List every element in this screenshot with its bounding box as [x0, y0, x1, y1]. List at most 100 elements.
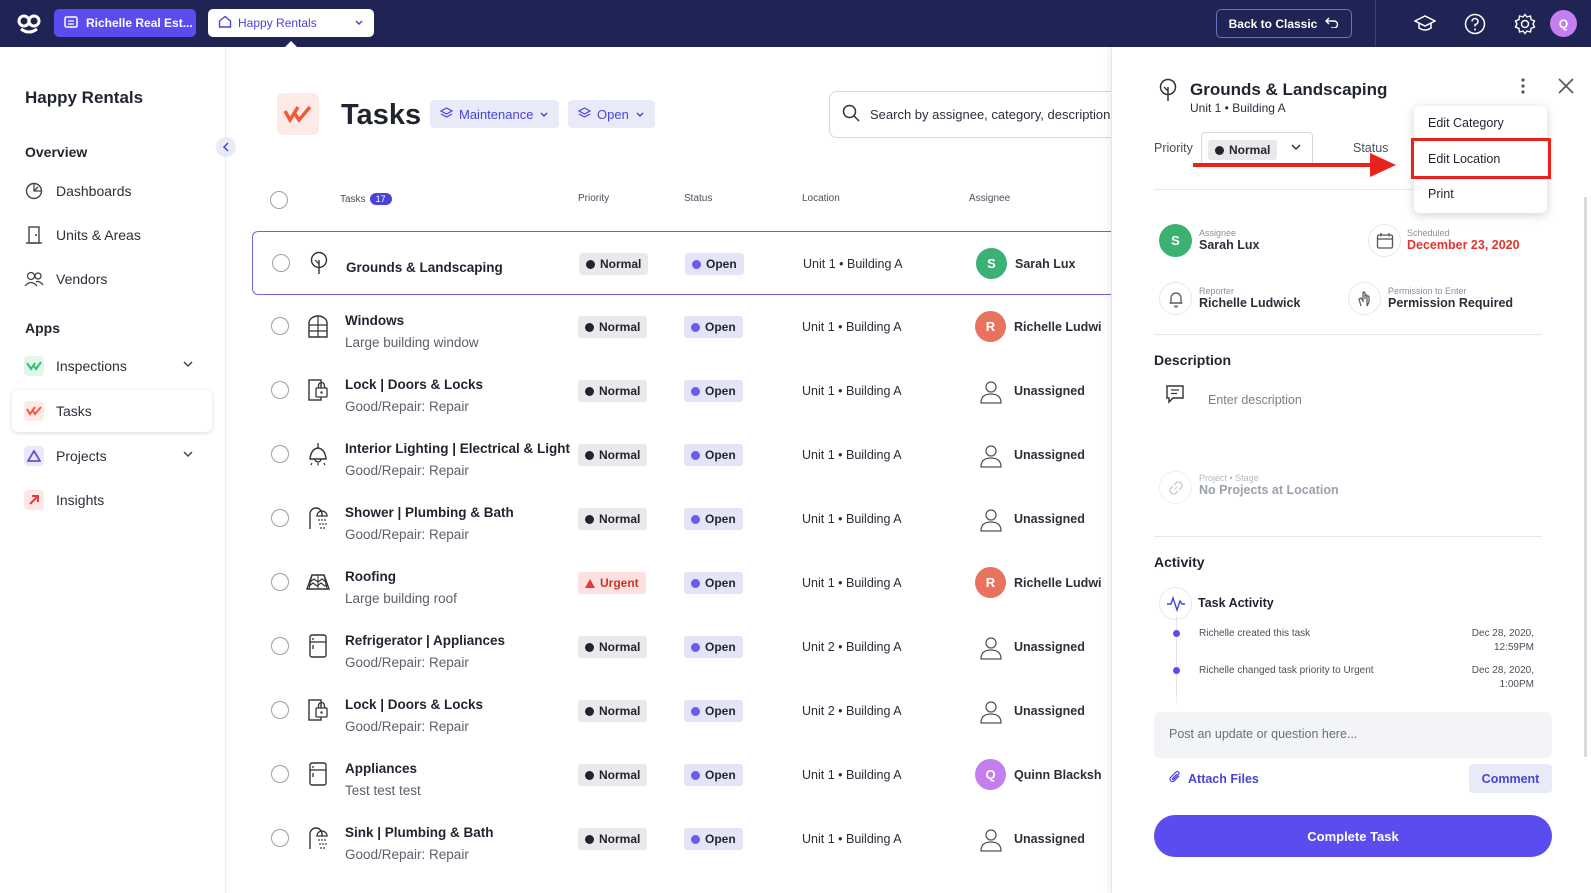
- column-header-priority[interactable]: Priority: [578, 193, 609, 204]
- task-name: Sink | Plumbing & Bath: [345, 825, 494, 840]
- layers-icon: [439, 106, 454, 122]
- status-badge: Open: [684, 764, 743, 786]
- more-options-icon[interactable]: [1520, 77, 1526, 100]
- status-label: Open: [705, 512, 736, 526]
- permission-value[interactable]: Permission Required: [1388, 296, 1513, 310]
- graduation-cap-icon[interactable]: [1413, 12, 1437, 36]
- priority-dot-icon: [585, 386, 594, 396]
- table-row[interactable]: Grounds & Landscaping Normal Open Unit 1…: [252, 231, 1111, 295]
- row-checkbox[interactable]: [271, 701, 289, 719]
- permission-label: Permission to Enter: [1388, 286, 1467, 296]
- menu-item-edit-category[interactable]: Edit Category: [1428, 116, 1504, 130]
- row-checkbox[interactable]: [271, 765, 289, 783]
- vendors-icon: [24, 269, 44, 289]
- comment-button[interactable]: Comment: [1469, 764, 1552, 793]
- table-row[interactable]: Lock | Doors & Locks Good/Repair: Repair…: [252, 359, 1111, 423]
- sidebar-item-vendors[interactable]: Vendors: [12, 258, 212, 300]
- column-header-status[interactable]: Status: [684, 193, 712, 204]
- post-update-input[interactable]: Post an update or question here...: [1154, 712, 1552, 758]
- complete-task-button[interactable]: Complete Task: [1154, 815, 1552, 857]
- assignee-name: Sarah Lux: [1015, 257, 1076, 271]
- status-label: Open: [705, 384, 736, 398]
- activity-text: Richelle changed task priority to Urgent: [1199, 665, 1374, 676]
- assignee-avatar[interactable]: S: [1159, 224, 1192, 257]
- sidebar-item-label: Projects: [56, 448, 107, 464]
- table-row[interactable]: Shower | Plumbing & Bath Good/Repair: Re…: [252, 487, 1111, 551]
- panel-title: Grounds & Landscaping: [1190, 80, 1388, 99]
- table-row[interactable]: Lock | Doors & Locks Good/Repair: Repair…: [252, 679, 1111, 743]
- status-dot-icon: [691, 706, 700, 716]
- table-row[interactable]: Roofing Large building roof Urgent Open …: [252, 551, 1111, 615]
- settings-gear-icon[interactable]: [1513, 12, 1537, 36]
- roof-icon: [306, 569, 330, 595]
- apps-heading: Apps: [25, 320, 60, 336]
- sidebar-item-dashboards[interactable]: Dashboards: [12, 170, 212, 212]
- shower-icon: [306, 505, 330, 531]
- description-input[interactable]: Enter description: [1208, 393, 1302, 407]
- close-icon[interactable]: [1558, 77, 1574, 100]
- app-logo-icon[interactable]: [16, 10, 42, 36]
- status-dot-icon: [691, 450, 700, 460]
- row-checkbox[interactable]: [271, 829, 289, 847]
- priority-label: Normal: [599, 512, 641, 526]
- panel-scrollbar[interactable]: [1584, 197, 1587, 757]
- priority-badge: Normal: [578, 316, 648, 338]
- sidebar-item-projects[interactable]: Projects: [12, 435, 212, 477]
- user-avatar[interactable]: Q: [1550, 10, 1577, 37]
- sidebar-item-units-areas[interactable]: Units & Areas: [12, 214, 212, 256]
- task-name: Interior Lighting | Electrical & Light: [345, 441, 571, 456]
- priority-label: Normal: [599, 640, 641, 654]
- unassigned-user-icon: [975, 375, 1006, 406]
- paperclip-icon: [1168, 770, 1182, 787]
- column-header-tasks[interactable]: Tasks 17: [340, 193, 392, 205]
- help-icon[interactable]: [1463, 12, 1487, 36]
- priority-badge: Normal: [578, 380, 648, 402]
- table-row[interactable]: Sink | Plumbing & Bath Good/Repair: Repa…: [252, 807, 1111, 871]
- chevron-down-icon[interactable]: [182, 358, 194, 373]
- chevron-down-icon: [539, 107, 549, 122]
- back-to-classic-button[interactable]: Back to Classic: [1216, 9, 1352, 38]
- assignee-value[interactable]: Sarah Lux: [1199, 238, 1259, 252]
- organization-button[interactable]: Richelle Real Est...: [54, 9, 196, 37]
- sidebar-item-tasks[interactable]: Tasks: [12, 390, 212, 432]
- annotation-highlight-box: [1411, 138, 1551, 179]
- sidebar-item-inspections[interactable]: Inspections: [12, 345, 212, 387]
- description-heading: Description: [1154, 352, 1232, 368]
- scheduled-value[interactable]: December 23, 2020: [1407, 238, 1520, 252]
- row-checkbox[interactable]: [272, 254, 290, 272]
- filter-open[interactable]: Open: [568, 100, 655, 128]
- location-text: Unit 1 • Building A: [802, 832, 902, 846]
- menu-item-print[interactable]: Print: [1428, 187, 1454, 201]
- table-row[interactable]: Refrigerator | Appliances Good/Repair: R…: [252, 615, 1111, 679]
- priority-select[interactable]: Normal: [1201, 132, 1313, 166]
- row-checkbox[interactable]: [271, 317, 289, 335]
- row-checkbox[interactable]: [271, 573, 289, 591]
- filter-label: Open: [597, 106, 629, 122]
- task-name: Roofing: [345, 569, 396, 584]
- attach-files-button[interactable]: Attach Files: [1168, 770, 1259, 787]
- priority-label: Normal: [599, 768, 641, 782]
- column-header-assignee[interactable]: Assignee: [969, 193, 1010, 204]
- sidebar-item-insights[interactable]: Insights: [12, 479, 212, 521]
- collapse-sidebar-button[interactable]: [216, 137, 236, 157]
- link-icon: [1159, 471, 1192, 504]
- property-select[interactable]: Happy Rentals: [208, 9, 374, 37]
- priority-dot-icon: [585, 642, 594, 652]
- row-checkbox[interactable]: [271, 445, 289, 463]
- filter-maintenance[interactable]: Maintenance: [430, 100, 560, 128]
- table-row[interactable]: Windows Large building window Normal Ope…: [252, 295, 1111, 359]
- row-checkbox[interactable]: [271, 381, 289, 399]
- priority-value: Normal: [1229, 143, 1271, 157]
- task-count-badge: 17: [369, 193, 392, 205]
- row-checkbox[interactable]: [271, 637, 289, 655]
- row-checkbox[interactable]: [271, 509, 289, 527]
- search-input[interactable]: Search by assignee, category, descriptio…: [829, 91, 1111, 138]
- priority-label: Priority: [1154, 141, 1193, 155]
- column-header-location[interactable]: Location: [802, 193, 840, 204]
- table-row[interactable]: Appliances Test test test Normal Open Un…: [252, 743, 1111, 807]
- select-all-checkbox[interactable]: [270, 191, 288, 209]
- tasks-icon: [24, 401, 44, 421]
- reporter-label: Reporter: [1199, 286, 1235, 296]
- chevron-down-icon[interactable]: [182, 448, 194, 463]
- table-row[interactable]: Interior Lighting | Electrical & Light G…: [252, 423, 1111, 487]
